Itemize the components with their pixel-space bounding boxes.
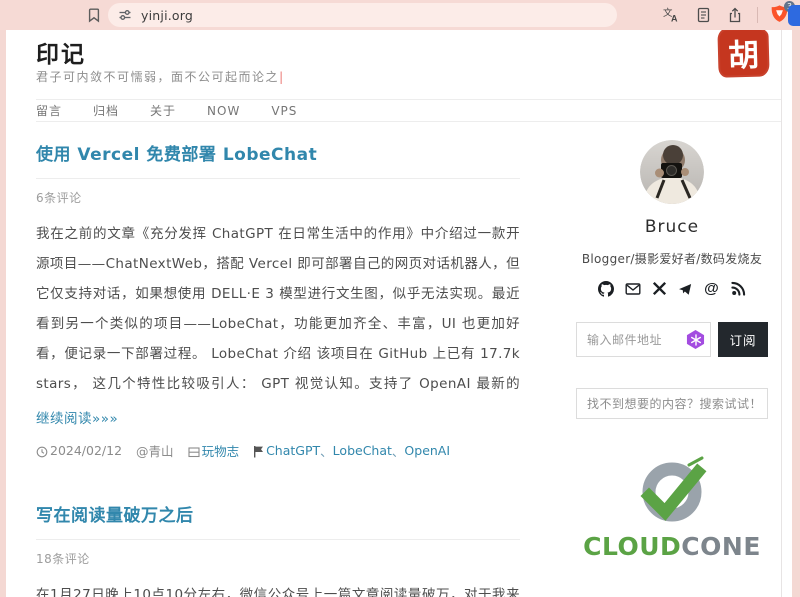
cloudcone-ad[interactable]: CLOUDCONE [576,452,768,561]
post-list: 使用 Vercel 免费部署 LobeChat 6条评论 我在之前的文章《充分发… [36,140,520,597]
cloudcone-logo-icon [632,452,712,526]
post-tag-link[interactable]: LobeChat [333,443,392,458]
post-2: 写在阅读量破万之后 18条评论 在1月27日晚上10点10分左右，微信公众号上一… [36,501,520,597]
tag-separator: 、 [392,441,405,460]
share-icon[interactable] [725,5,745,25]
post-comment-count[interactable]: 6条评论 [36,189,520,206]
post-excerpt: 我在之前的文章《充分发挥 ChatGPT 在日常生活中的作用》中介绍过一款开源项… [36,219,520,401]
post-meta: 2024/02/12 @青山 玩物志 ChatGPT、LobeChat、Open… [36,441,520,460]
toolbar-actions: 文 A [661,0,792,30]
x-twitter-icon[interactable] [652,281,667,296]
nav-item-now[interactable]: NOW [207,104,240,118]
reader-mode-icon[interactable] [693,5,713,25]
address-bar[interactable]: yinji.org [108,3,617,27]
social-links: @ [576,280,768,297]
translate-icon[interactable]: 文 A [661,5,681,25]
svg-text:A: A [671,14,678,24]
subscribe-form: 订阅 [576,322,768,357]
tag-separator: 、 [320,441,333,460]
scrollbar-track[interactable] [781,30,782,597]
site-settings-icon[interactable] [118,8,132,22]
webpage: 印记 君子可内敛不可懦弱，面不公可起而论之| 胡 留言 归档 关于 NOW VP… [6,30,792,597]
github-icon[interactable] [598,281,614,297]
site-subtitle: 君子可内敛不可懦弱，面不公可起而论之| [36,68,285,85]
post-date: 2024/02/12 [50,443,122,458]
site-title[interactable]: 印记 [36,35,86,69]
read-more-link[interactable]: 继续阅读»»» [36,407,118,427]
email-icon[interactable] [625,281,641,297]
post-title[interactable]: 使用 Vercel 免费部署 LobeChat [36,140,520,179]
author-name: Bruce [576,217,768,237]
search-input[interactable] [576,388,768,419]
post-excerpt: 在1月27日晚上10点10分左右，微信公众号上一篇文章阅读量破万，对于我来说是一… [36,580,520,597]
cloudcone-wordmark: CLOUDCONE [576,532,768,561]
sidebar: Bruce Blogger/摄影爱好者/数码发烧友 @ [576,140,768,561]
post-comment-count[interactable]: 18条评论 [36,550,520,567]
browser-toolbar: yinji.org 文 A [0,0,800,30]
nav-item-guestbook[interactable]: 留言 [36,102,62,119]
mastodon-icon[interactable]: @ [703,280,720,297]
nav-item-about[interactable]: 关于 [150,102,176,119]
rss-icon[interactable] [731,281,746,296]
typing-cursor: | [279,70,285,84]
post-tag-link[interactable]: OpenAI [404,443,450,458]
svg-text:@: @ [704,280,719,297]
url-text: yinji.org [141,8,193,23]
post-tag-link[interactable]: ChatGPT [266,443,320,458]
author-bio: Blogger/摄影爱好者/数码发烧友 [576,250,768,267]
avatar[interactable] [640,140,704,204]
site-seal-logo[interactable]: 胡 [717,30,769,78]
category-icon [188,446,200,458]
post-1: 使用 Vercel 免费部署 LobeChat 6条评论 我在之前的文章《充分发… [36,140,520,460]
main-nav: 留言 归档 关于 NOW VPS [36,99,781,122]
browser-window: yinji.org 文 A [0,0,800,597]
post-author[interactable]: @青山 [136,441,174,460]
nav-item-archive[interactable]: 归档 [93,102,119,119]
tags-flag-icon [253,445,264,458]
clock-icon [36,446,48,458]
post-category-link[interactable]: 玩物志 [202,441,240,460]
toolbar-separator [757,7,758,23]
bookmark-icon[interactable] [86,7,102,27]
telegram-icon[interactable] [678,282,692,296]
extension-chip[interactable] [788,5,800,26]
post-title[interactable]: 写在阅读量破万之后 [36,501,520,540]
subscribe-button[interactable]: 订阅 [718,322,768,357]
nav-item-vps[interactable]: VPS [271,104,297,118]
